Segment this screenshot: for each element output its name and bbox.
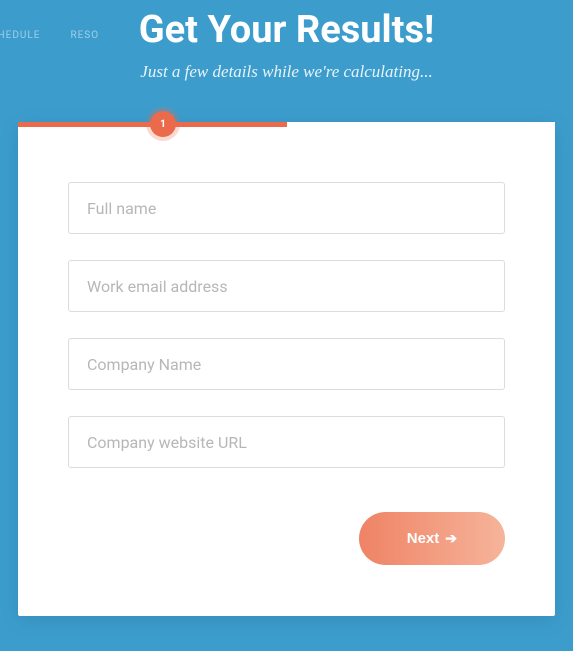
page-subtitle: Just a few details while we're calculati… (0, 62, 573, 82)
work-email-input[interactable] (68, 260, 505, 312)
full-name-input[interactable] (68, 182, 505, 234)
arrow-right-icon: ➔ (445, 530, 457, 547)
bg-nav-item: CHEDULE (0, 30, 40, 41)
form-card: 1 Next ➔ (18, 122, 555, 616)
bg-nav-item: RESO (70, 30, 99, 41)
step-badge: 1 (150, 111, 176, 137)
modal-header: Get Your Results! Just a few details whi… (0, 0, 573, 82)
form-actions: Next ➔ (68, 512, 505, 565)
background-nav: CHEDULE RESO (0, 30, 99, 41)
next-button-label: Next (407, 530, 440, 547)
company-name-input[interactable] (68, 338, 505, 390)
company-website-input[interactable] (68, 416, 505, 468)
progress-track (18, 122, 555, 127)
next-button[interactable]: Next ➔ (359, 512, 505, 565)
